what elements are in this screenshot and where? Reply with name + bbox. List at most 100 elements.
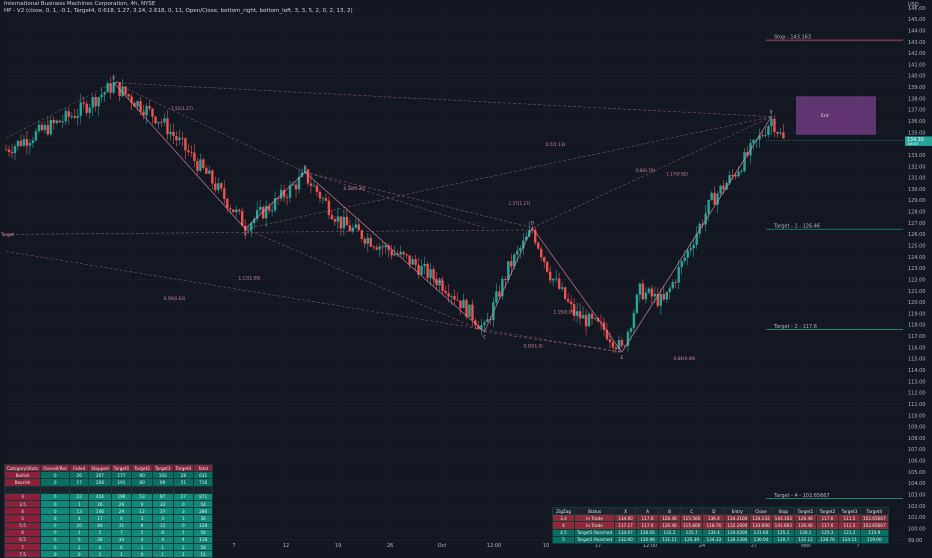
candle bbox=[614, 347, 618, 350]
table-cell bbox=[88, 485, 112, 494]
candle bbox=[61, 121, 65, 123]
table-cell: 130.1300 bbox=[724, 535, 751, 544]
candle bbox=[193, 152, 196, 161]
table-cell: Target4 bbox=[172, 463, 195, 473]
pattern-ratio-label: 1.17(0.92) bbox=[666, 172, 688, 177]
candle bbox=[306, 169, 310, 184]
pattern-point-label: E bbox=[621, 355, 624, 361]
candle bbox=[241, 211, 244, 226]
candle bbox=[360, 230, 364, 239]
y-tick-label: 132.00 bbox=[908, 164, 926, 170]
candle bbox=[644, 292, 648, 300]
candle bbox=[372, 246, 375, 248]
table-cell: 120.39 bbox=[680, 535, 704, 544]
candle bbox=[70, 116, 73, 117]
candle bbox=[43, 124, 47, 131]
table-cell: 716 bbox=[193, 478, 214, 487]
candle bbox=[683, 257, 686, 262]
candle bbox=[456, 299, 459, 301]
table-cell: 5.5 bbox=[3, 521, 42, 530]
candle bbox=[52, 120, 56, 123]
indicator-legend[interactable]: HP - V2 (close, 0, 1, -0.1, Target4, 0.6… bbox=[4, 8, 353, 14]
table-row: 3.4 In Trade 134.00 117.6 126.46 115.560 136.4… bbox=[552, 514, 889, 523]
table-cell: D bbox=[702, 506, 726, 516]
y-tick-label: 110.00 bbox=[908, 413, 926, 419]
candle bbox=[246, 230, 250, 232]
candle bbox=[414, 259, 417, 265]
table-cell: 22 bbox=[69, 492, 90, 501]
candle bbox=[148, 106, 151, 109]
candle bbox=[354, 224, 358, 228]
table-cell: 31 bbox=[110, 521, 133, 530]
candle bbox=[575, 311, 579, 316]
table-cell: 54 bbox=[193, 499, 214, 509]
y-tick-label: 100.00 bbox=[908, 526, 926, 532]
table-cell: 131.64 bbox=[749, 528, 773, 537]
candle bbox=[423, 263, 426, 267]
candle bbox=[737, 171, 740, 177]
candle bbox=[214, 183, 217, 190]
x-tick-label: 26 bbox=[387, 543, 393, 549]
table-cell: 3 bbox=[131, 514, 153, 523]
table-cell: 126.46 bbox=[793, 514, 817, 523]
candle bbox=[659, 294, 663, 306]
table-cell: 117.6 bbox=[815, 521, 839, 530]
candle bbox=[632, 312, 636, 329]
table-cell: 132.12 bbox=[793, 535, 817, 544]
table-cell: Target3 bbox=[837, 506, 861, 516]
candle bbox=[309, 183, 313, 186]
candle bbox=[103, 92, 106, 95]
table-cell bbox=[3, 485, 42, 494]
table-row: 6 0 1 5 7 2 8 1 56 bbox=[3, 528, 214, 537]
candle bbox=[223, 188, 226, 199]
table-cell: 7.5 bbox=[3, 550, 42, 558]
candle bbox=[369, 237, 372, 247]
pattern-ratio-label: 0.59(0.63) bbox=[164, 296, 186, 301]
candle bbox=[611, 342, 615, 348]
table-cell: 0 bbox=[40, 499, 71, 509]
candle bbox=[342, 216, 346, 229]
candle bbox=[184, 138, 187, 151]
table-cell: X bbox=[614, 506, 638, 516]
table-cell bbox=[193, 485, 214, 494]
candle bbox=[629, 328, 633, 332]
candle bbox=[557, 278, 561, 289]
candle bbox=[471, 304, 474, 321]
candle bbox=[545, 261, 549, 272]
table-cell: 133.600 bbox=[749, 521, 773, 530]
pattern-point-label: D bbox=[531, 221, 535, 227]
table-cell: Close bbox=[749, 506, 773, 516]
table-cell: Target4 bbox=[859, 506, 889, 516]
table-cell: Bearish bbox=[3, 478, 42, 487]
table-cell: 0 bbox=[131, 550, 153, 558]
candle bbox=[85, 103, 88, 113]
candle bbox=[665, 291, 668, 300]
candle bbox=[220, 183, 223, 189]
table-cell: 8 bbox=[131, 521, 153, 530]
table-cell: 102.65667 bbox=[859, 514, 889, 523]
candle bbox=[405, 254, 408, 256]
candle bbox=[22, 139, 26, 146]
pattern-ratio-label: 0.36 bbox=[434, 278, 444, 283]
table-cell: 6.5 bbox=[3, 535, 42, 545]
y-tick-label: 114.00 bbox=[908, 368, 926, 374]
table-cell: 0 bbox=[40, 492, 71, 501]
candle bbox=[136, 101, 139, 107]
table-row: 6.5 0 0 28 34 4 4 4 118 bbox=[3, 535, 214, 545]
y-tick-label: 99.00 bbox=[908, 538, 922, 544]
candle bbox=[587, 313, 591, 327]
x-tick-label: 12:00 bbox=[487, 543, 501, 549]
table-cell: 53 bbox=[131, 492, 153, 501]
candle bbox=[722, 185, 725, 190]
table-cell: 136.4 bbox=[702, 514, 726, 523]
y-tick-label: 144.00 bbox=[908, 28, 926, 34]
candle bbox=[384, 245, 387, 248]
candle bbox=[590, 313, 594, 319]
y-tick-label: 127.00 bbox=[908, 221, 926, 227]
table-cell bbox=[172, 485, 195, 494]
candle bbox=[100, 94, 103, 98]
current-price-time: 16:15 bbox=[907, 141, 919, 146]
table-cell: 13 bbox=[69, 507, 90, 516]
table-cell: 5 bbox=[88, 528, 112, 537]
candle bbox=[692, 244, 695, 249]
